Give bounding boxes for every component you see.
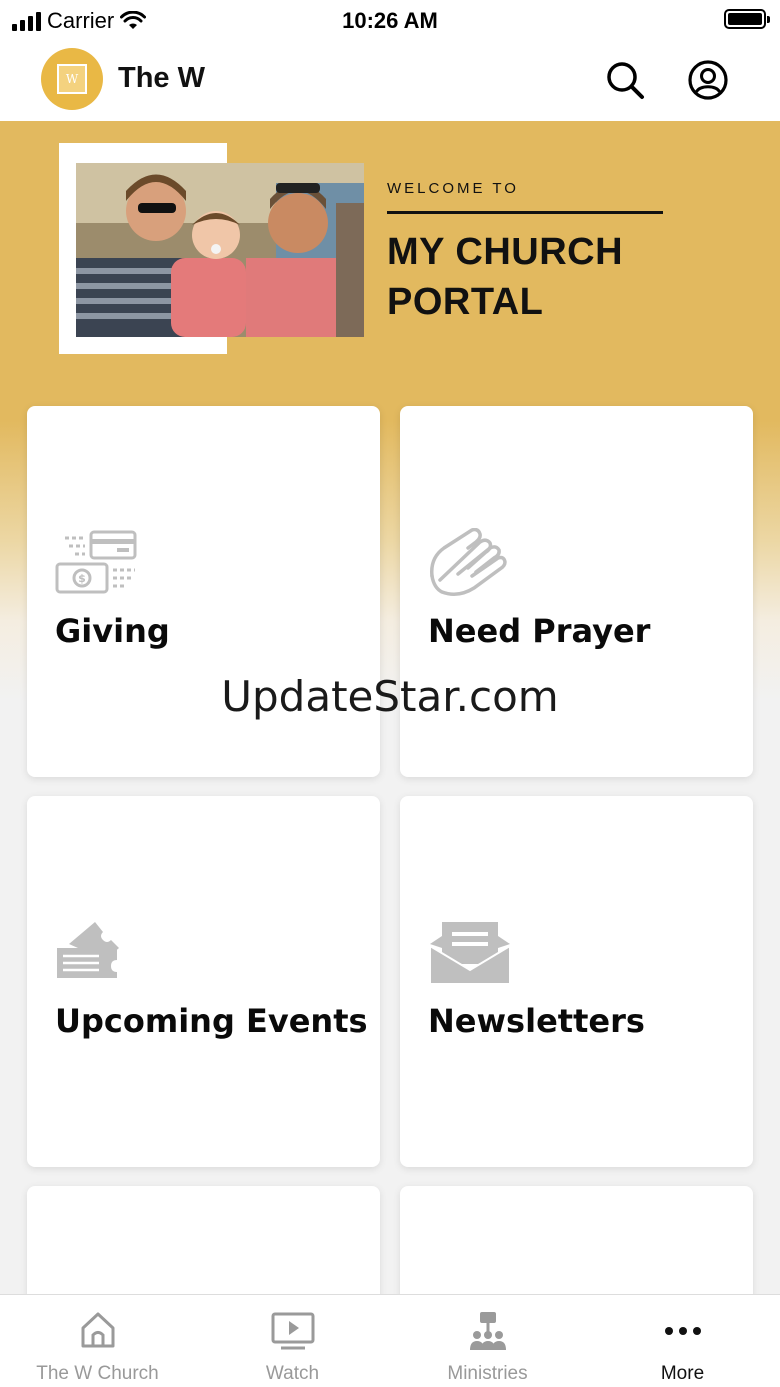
welcome-label: WELCOME TO (387, 180, 519, 197)
card-label-need-prayer: Need Prayer (428, 612, 651, 650)
tab-label-watch: Watch (265, 1363, 320, 1384)
home-icon (81, 1312, 114, 1348)
church-logo[interactable]: W (41, 48, 103, 110)
portal-title-line2: PORTAL (387, 281, 544, 323)
app-header: W The W (0, 40, 780, 121)
card-label-newsletters: Newsletters (428, 1002, 645, 1040)
battery-icon (724, 9, 770, 29)
portal-title: MY CHURCH PORTAL (387, 227, 623, 327)
card-giving[interactable]: $ Giving (27, 406, 380, 777)
giving-money-card-icon: $ (55, 530, 137, 594)
svg-text:$: $ (78, 572, 86, 585)
tab-more[interactable]: More (585, 1295, 780, 1387)
watermark-text: UpdateStar.com (221, 672, 559, 721)
tab-ministries[interactable]: Ministries (390, 1295, 585, 1387)
card-label-upcoming-events: Upcoming Events (55, 1002, 368, 1040)
search-icon (607, 62, 644, 99)
tickets-icon (57, 922, 119, 978)
welcome-divider (387, 211, 663, 214)
tab-the-w-church[interactable]: The W Church (0, 1295, 195, 1387)
tab-label-more: More (660, 1363, 705, 1384)
org-chart-icon (469, 1312, 506, 1350)
profile-button[interactable] (687, 59, 729, 101)
tab-label-the-w-church: The W Church (36, 1363, 159, 1384)
user-circle-icon (688, 60, 728, 100)
app-title: The W (118, 62, 205, 94)
card-need-prayer[interactable]: Need Prayer (400, 406, 753, 777)
play-screen-icon (271, 1312, 314, 1350)
card-newsletters[interactable]: Newsletters (400, 796, 753, 1167)
status-time: 10:26 AM (342, 8, 438, 33)
family-photo (76, 163, 364, 337)
logo-mark: W (57, 64, 87, 94)
portal-title-line1: MY CHURCH (387, 231, 624, 273)
search-button[interactable] (604, 59, 646, 101)
bottom-tab-bar: The W Church Watch Ministries More (0, 1294, 780, 1387)
card-upcoming-events[interactable]: Upcoming Events (27, 796, 380, 1167)
praying-hands-icon (430, 528, 507, 596)
envelope-open-icon (429, 922, 511, 985)
tab-label-ministries: Ministries (447, 1363, 528, 1384)
status-bar: Carrier 10:26 AM (0, 0, 780, 40)
tab-watch[interactable]: Watch (195, 1295, 390, 1387)
more-dots-icon (664, 1327, 701, 1335)
card-label-giving: Giving (55, 612, 170, 650)
